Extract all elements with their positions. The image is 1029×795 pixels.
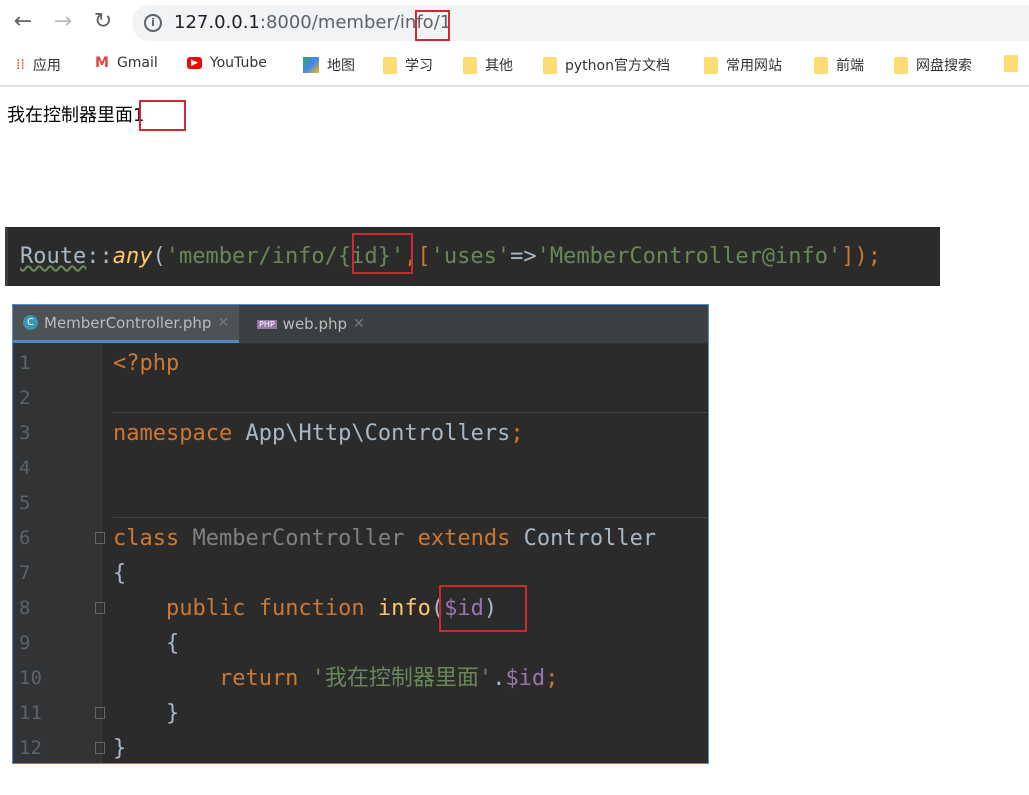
bookmark-maps[interactable]: 地图 xyxy=(303,55,355,75)
highlight-route-param xyxy=(352,233,413,274)
apps-icon: ⁞⁞ xyxy=(16,57,25,73)
code-editor: C MemberController.php ✕ PHP web.php ✕ 1 <?ph… xyxy=(12,304,709,764)
tab-web[interactable]: PHP web.php ✕ xyxy=(247,305,375,343)
code-line: 3 namespace App\Http\Controllers; xyxy=(13,416,708,451)
back-icon[interactable]: ← xyxy=(9,8,37,36)
line-number: 11 xyxy=(19,702,42,724)
php-file-icon: PHP xyxy=(257,319,277,329)
route-snippet: Route::any('member/info/{id}',['uses'=>'… xyxy=(5,227,940,286)
bookmark-youtube[interactable]: ▶ YouTube xyxy=(187,55,267,71)
folder-icon xyxy=(543,56,557,74)
folder-icon xyxy=(463,56,477,74)
bookmark-apps[interactable]: ⁞⁞ 应用 xyxy=(16,55,61,75)
code-line: 9 { xyxy=(13,626,708,661)
line-number: 9 xyxy=(19,632,31,654)
code-line: 8 public function info($id) xyxy=(13,591,708,626)
line-number: 8 xyxy=(19,597,31,619)
bookmark-folder-overflow[interactable] xyxy=(1004,55,1018,72)
highlight-method-param xyxy=(439,585,527,632)
gmail-icon: M xyxy=(95,55,109,71)
line-number: 4 xyxy=(19,457,31,479)
info-icon[interactable]: i xyxy=(144,14,162,32)
code-line: 1 <?php xyxy=(13,346,708,381)
address-bar[interactable]: i 127.0.0.1:8000/member/info/1 xyxy=(132,5,1029,41)
code-text: { xyxy=(113,561,127,586)
code-line: 2 xyxy=(13,381,708,416)
forward-icon[interactable]: → xyxy=(49,8,77,36)
folder-icon xyxy=(1004,55,1018,72)
fold-icon[interactable] xyxy=(95,532,105,544)
folder-icon xyxy=(704,56,718,74)
bookmark-folder[interactable]: python官方文档 xyxy=(543,55,670,75)
bookmark-folder[interactable]: 学习 xyxy=(383,55,433,75)
line-number: 2 xyxy=(19,387,31,409)
code-line: 12} xyxy=(13,731,708,763)
bookmarks-bar: ⁞⁞ 应用 M Gmail ▶ YouTube 地图 学习 其他 python官方文档… xyxy=(0,45,1029,87)
code-text: namespace App\Http\Controllers; xyxy=(113,421,524,446)
code-text: } xyxy=(113,701,180,726)
line-number: 3 xyxy=(19,422,31,444)
fold-icon[interactable] xyxy=(95,602,105,614)
code-text: <?php xyxy=(113,351,180,376)
line-number: 12 xyxy=(19,737,42,759)
bookmark-folder[interactable]: 前端 xyxy=(814,55,864,75)
url-text: 127.0.0.1:8000/member/info/1 xyxy=(174,12,452,33)
code-text: return '我在控制器里面'.$id; xyxy=(113,666,559,691)
tab-membercontroller[interactable]: C MemberController.php ✕ xyxy=(13,305,240,343)
youtube-icon: ▶ xyxy=(187,57,202,69)
highlight-output-id xyxy=(139,100,186,131)
bookmark-gmail[interactable]: M Gmail xyxy=(95,55,158,71)
folder-icon xyxy=(894,56,908,74)
line-number: 1 xyxy=(19,352,31,374)
line-number: 5 xyxy=(19,492,31,514)
maps-icon xyxy=(303,57,319,73)
code-text: class MemberController extends Controlle… xyxy=(113,526,657,551)
reload-icon[interactable]: ↻ xyxy=(89,8,117,36)
line-number: 7 xyxy=(19,562,31,584)
browser-toolbar: ← → ↻ i 127.0.0.1:8000/member/info/1 xyxy=(0,0,1029,45)
page-output: 我在控制器里面1 xyxy=(7,105,145,126)
line-number: 10 xyxy=(19,667,42,689)
folder-icon xyxy=(383,56,397,74)
code-line: 5 xyxy=(13,486,708,521)
fold-icon[interactable] xyxy=(95,742,105,754)
code-text: { xyxy=(113,631,180,656)
code-line: 10 return '我在控制器里面'.$id; xyxy=(13,661,708,696)
code-line: 7{ xyxy=(13,556,708,591)
fold-icon[interactable] xyxy=(95,707,105,719)
bookmark-folder[interactable]: 常用网站 xyxy=(704,55,782,75)
code-line: 4 xyxy=(13,451,708,486)
close-icon[interactable]: ✕ xyxy=(353,316,365,332)
bookmark-folder[interactable]: 其他 xyxy=(463,55,513,75)
folder-icon xyxy=(814,56,828,74)
highlight-url-id xyxy=(415,10,450,41)
code-text: } xyxy=(113,736,127,761)
code-line: 11 } xyxy=(13,696,708,731)
code-line: 6 class MemberController extends Controll… xyxy=(13,521,708,556)
editor-tabs: C MemberController.php ✕ PHP web.php ✕ xyxy=(13,305,708,344)
close-icon[interactable]: ✕ xyxy=(217,315,229,331)
class-icon: C xyxy=(23,315,38,330)
line-number: 6 xyxy=(19,527,31,549)
bookmark-folder[interactable]: 网盘搜索 xyxy=(894,55,972,75)
